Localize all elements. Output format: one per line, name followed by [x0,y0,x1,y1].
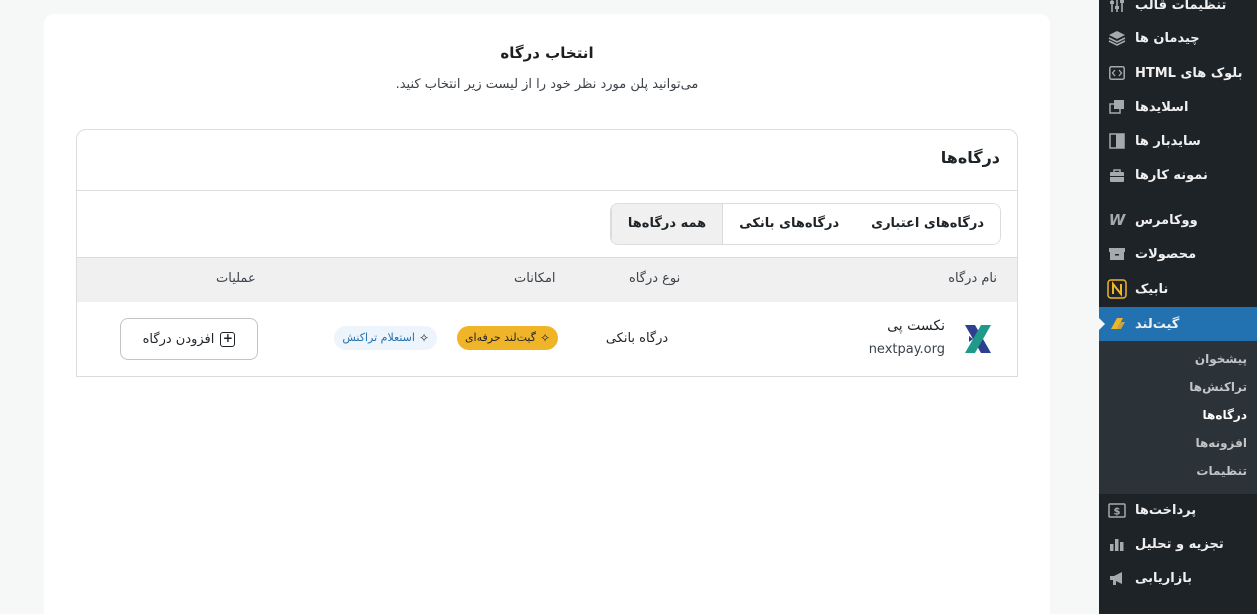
page-subtitle: می‌توانید پلن مورد نظر خود را از لیست زی… [395,77,699,92]
add-gateway-button[interactable]: + افزودن درگاه [120,318,258,360]
submenu-item-addons[interactable]: افزونه‌ها [1195,436,1247,450]
archive-icon [1107,244,1127,264]
sidebar-item-label: محصولات [1135,246,1197,262]
sparkle-icon: ✧ [539,331,550,345]
gateland-submenu: پیشخوان تراکنش‌ها درگاه‌ها افزونه‌ها تنظ… [1099,341,1257,494]
sidebar-item-woocommerce[interactable]: W ووکامرس [1099,203,1257,237]
sidebar-item-marketing[interactable]: بازاریابی [1099,561,1257,595]
column-header-name: نام درگاه [948,271,997,286]
tab-credit-gateways[interactable]: درگاه‌های اعتباری [855,204,1000,244]
woocommerce-icon: W [1108,211,1126,229]
sidebar-item-label: پرداخت‌ها [1135,502,1197,518]
sidebar-item-label: بازاریابی [1135,570,1192,586]
column-header-features: امکانات [514,271,556,286]
plus-square-icon: + [220,331,236,347]
sidebar-item-label: تجزیه و تحلیل [1135,536,1224,552]
sidebar-item-sidebars[interactable]: سایدبار ها [1099,124,1257,158]
transaction-inquiry-badge-label: استعلام تراکنش [342,331,415,344]
nabik-icon [1107,279,1127,299]
page-title: انتخاب درگاه [500,44,594,62]
sidebar-item-label: تنظیمات قالب [1135,0,1227,13]
sidebar-item-payments[interactable]: $ پرداخت‌ها [1099,493,1257,527]
gateway-domain: nextpay.org [868,342,945,357]
gateway-type: درگاه بانکی [605,331,669,346]
sidebar-item-label: چیدمان ها [1135,30,1200,46]
sidebar-item-label: سایدبار ها [1135,133,1201,149]
sidebar-item-label: نابیک [1135,281,1169,297]
sidebar-item-nabik[interactable]: نابیک [1099,272,1257,306]
gateways-panel-header: درگاه‌ها [77,130,1017,191]
gateway-name: نکست پی [887,318,945,334]
gateland-icon [1107,314,1127,334]
tab-all-gateways[interactable]: همه درگاه‌ها [610,204,723,244]
sidebar-item-products[interactable]: محصولات [1099,237,1257,271]
column-header-actions: عملیات [216,271,256,286]
sidebar-item-label: بلوک های HTML [1135,65,1243,81]
current-menu-arrow [1098,317,1105,331]
sidebar-item-gateland[interactable]: گیت‌لند [1098,307,1257,341]
sparkle-icon: ✧ [418,331,429,345]
briefcase-icon [1107,165,1127,185]
gateways-panel-title: درگاه‌ها [940,148,1000,167]
admin-sidebar: تنظیمات قالب چیدمان ها بلوک های HTML اسل… [1098,0,1257,614]
sidebar-item-slides[interactable]: اسلایدها [1099,90,1257,124]
sidebar-item-html-blocks[interactable]: بلوک های HTML [1099,56,1257,90]
sidebar-item-label: ووکامرس [1135,212,1198,228]
submenu-item-gateways[interactable]: درگاه‌ها [1203,408,1247,422]
sidebar-item-label: گیت‌لند [1135,316,1180,332]
layers-icon [1107,28,1127,48]
gateland-pro-badge: ✧ گیت‌لند حرفه‌ای [456,326,558,350]
bar-chart-icon [1107,534,1127,554]
submenu-item-transactions[interactable]: تراکنش‌ها [1189,380,1247,394]
sidebar-item-analytics[interactable]: تجزیه و تحلیل [1099,527,1257,561]
sidebar-item-layouts[interactable]: چیدمان ها [1099,21,1257,55]
code-block-icon [1107,63,1127,83]
table-header: نام درگاه نوع درگاه امکانات عملیات [77,257,1017,302]
submenu-item-settings[interactable]: تنظیمات [1196,464,1247,478]
svg-text:$: $ [1114,506,1121,517]
table-row: نکست پی nextpay.org درگاه بانکی ✧ گیت‌لن… [77,302,1017,376]
sidebar-icon [1107,131,1127,151]
megaphone-icon [1107,568,1127,588]
sidebar-item-label: نمونه کارها [1135,167,1208,183]
gateways-panel: درگاه‌ها همه درگاه‌ها درگاه‌های بانکی در… [76,129,1018,377]
sidebar-item-portfolio[interactable]: نمونه کارها [1099,158,1257,192]
nextpay-logo-icon [965,325,991,353]
slides-icon [1107,97,1127,117]
add-gateway-button-label: افزودن درگاه [142,331,215,347]
tab-bank-gateways[interactable]: درگاه‌های بانکی [722,204,856,244]
sidebar-item-theme-settings[interactable]: تنظیمات قالب [1099,0,1257,22]
gateland-pro-badge-label: گیت‌لند حرفه‌ای [464,331,536,344]
dollar-icon: $ [1107,500,1127,520]
main-card: انتخاب درگاه می‌توانید پلن مورد نظر خود … [44,14,1050,614]
sidebar-item-label: اسلایدها [1135,99,1189,115]
submenu-item-dashboard[interactable]: پیشخوان [1195,352,1247,366]
column-header-type: نوع درگاه [629,271,681,286]
transaction-inquiry-badge: ✧ استعلام تراکنش [334,326,437,350]
gateway-type-tabs: همه درگاه‌ها درگاه‌های بانکی درگاه‌های ا… [609,203,1001,245]
sliders-icon [1107,0,1127,15]
